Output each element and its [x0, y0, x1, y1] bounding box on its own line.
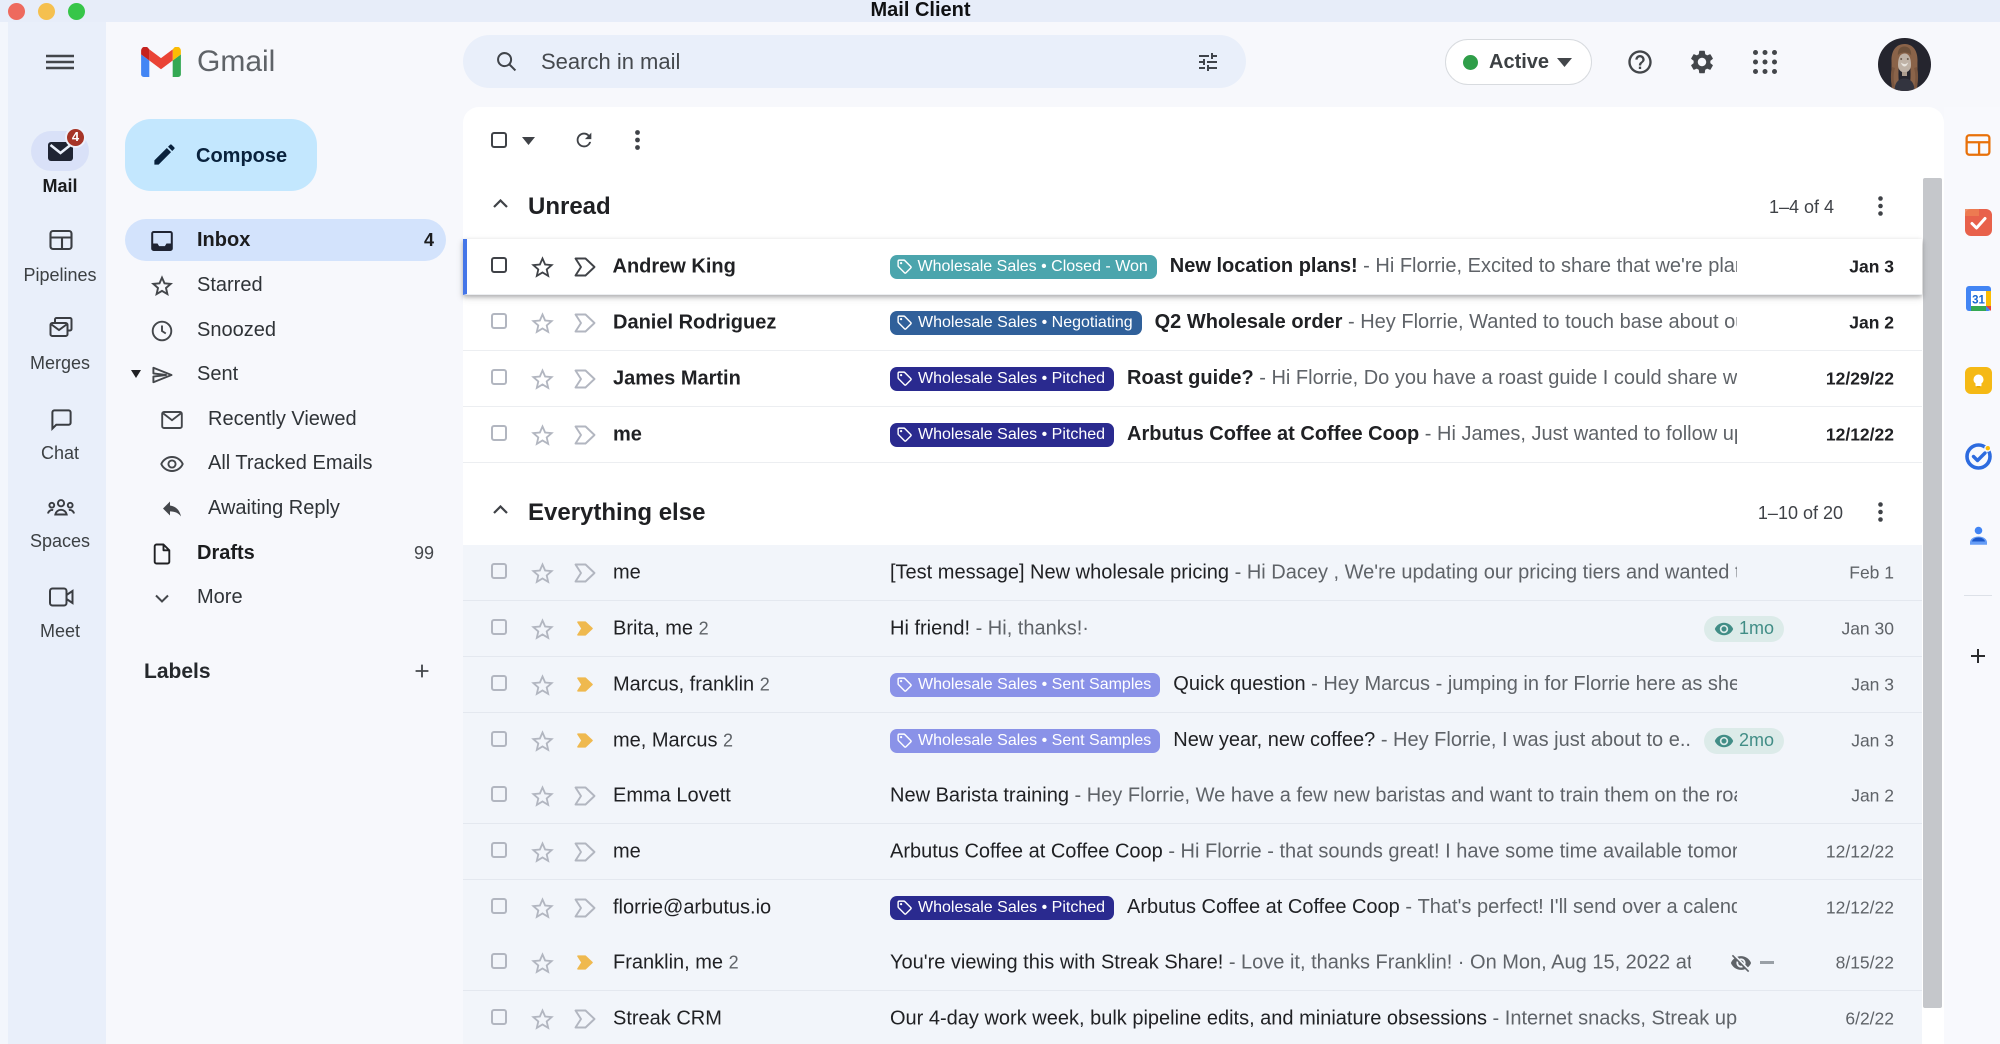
svg-text:31: 31	[1972, 295, 1985, 307]
